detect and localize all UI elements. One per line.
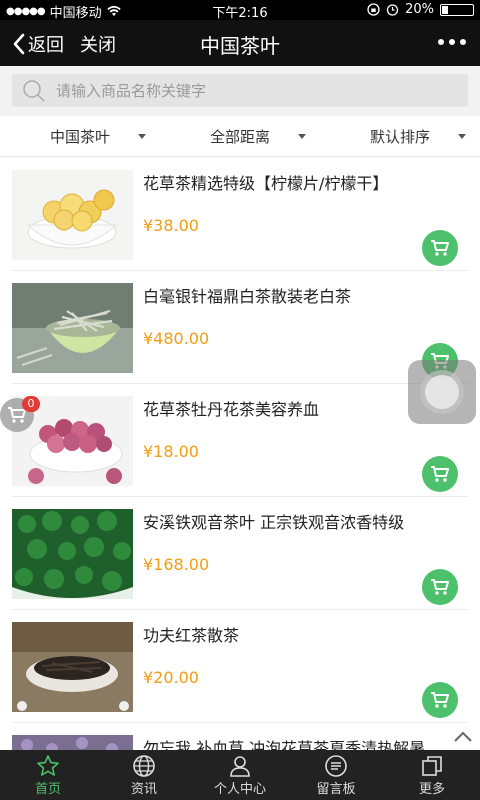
- add-to-cart-button[interactable]: [422, 230, 458, 266]
- cart-icon: [431, 466, 449, 482]
- bottom-tab-bar: 首页 资讯 个人中心 留言板 更多: [0, 750, 480, 800]
- status-right: 20%: [367, 2, 474, 17]
- battery-icon: [440, 3, 474, 16]
- more-dot: [438, 39, 444, 45]
- filter-distance-label: 全部距离: [209, 128, 270, 146]
- cart-icon: [431, 692, 449, 708]
- rotation-lock-icon: [367, 3, 380, 16]
- product-name[interactable]: 勿忘我 补血草 冲泡花草茶夏季清热解暑: [143, 735, 425, 750]
- product-item[interactable]: 安溪铁观音茶叶 正宗铁观音浓香特级 ¥168.00: [12, 497, 468, 610]
- product-name[interactable]: 花草茶牡丹花茶美容养血: [143, 396, 319, 420]
- chevron-up-icon: [454, 731, 472, 742]
- tab-messages[interactable]: 留言板: [288, 750, 384, 800]
- product-price: ¥168.00: [143, 555, 210, 574]
- search-bar: [0, 66, 480, 116]
- product-image-lemon-slices: [12, 170, 133, 260]
- assistive-touch-core: [425, 375, 459, 409]
- tab-more-label: 更多: [418, 781, 445, 797]
- status-bar: ●●●●● 中国移动 下午2:16 20%: [0, 0, 480, 21]
- product-price: ¥18.00: [143, 442, 199, 461]
- user-icon: [228, 754, 252, 778]
- add-to-cart-button[interactable]: [422, 569, 458, 605]
- globe-icon: [132, 754, 156, 778]
- tab-news-label: 资讯: [130, 781, 157, 797]
- cart-count-badge: 0: [22, 396, 40, 412]
- filter-sort[interactable]: 默认排序: [320, 117, 480, 156]
- product-item[interactable]: 功夫红茶散茶 ¥20.00: [12, 610, 468, 723]
- filter-bar: 中国茶叶 全部距离 默认排序: [0, 117, 480, 157]
- product-price: ¥38.00: [143, 216, 199, 235]
- product-name[interactable]: 白毫银针福鼎白茶散装老白茶: [143, 283, 351, 307]
- product-image-tieguanyin: [12, 509, 133, 599]
- filter-sort-label: 默认排序: [369, 128, 430, 146]
- search-input[interactable]: [56, 81, 456, 100]
- scroll-to-top-button[interactable]: [452, 728, 474, 748]
- add-to-cart-button[interactable]: [422, 682, 458, 718]
- tab-profile-label: 个人中心: [213, 781, 266, 797]
- product-name[interactable]: 安溪铁观音茶叶 正宗铁观音浓香特级: [143, 509, 404, 533]
- alarm-icon: [386, 4, 399, 16]
- product-name[interactable]: 花草茶精选特级【柠檬片/柠檬干】: [143, 170, 388, 194]
- star-icon: [36, 754, 60, 778]
- product-name[interactable]: 功夫红茶散茶: [143, 622, 239, 646]
- search-icon: [23, 79, 45, 102]
- product-image-forget-me-not: [12, 735, 133, 750]
- tab-more[interactable]: 更多: [384, 750, 480, 800]
- caret-down-icon: [458, 134, 466, 139]
- search-box[interactable]: [12, 74, 468, 107]
- product-item[interactable]: 白毫银针福鼎白茶散装老白茶 ¥480.00: [12, 271, 468, 384]
- product-image-white-tea: [12, 283, 133, 373]
- battery-percent: 20%: [405, 2, 434, 17]
- tab-home[interactable]: 首页: [0, 750, 96, 800]
- cart-icon: [431, 579, 449, 595]
- product-price: ¥480.00: [143, 329, 210, 348]
- assistive-touch-button[interactable]: [408, 360, 476, 424]
- product-item[interactable]: 花草茶牡丹花茶美容养血 ¥18.00: [12, 384, 468, 497]
- tab-home-label: 首页: [34, 781, 61, 797]
- tab-profile[interactable]: 个人中心: [192, 750, 288, 800]
- filter-distance[interactable]: 全部距离: [160, 117, 320, 156]
- tab-news[interactable]: 资讯: [96, 750, 192, 800]
- message-icon: [324, 754, 348, 778]
- caret-down-icon: [298, 134, 306, 139]
- product-price: ¥20.00: [143, 668, 199, 687]
- add-to-cart-button[interactable]: [422, 456, 458, 492]
- battery-level: [442, 5, 448, 14]
- caret-down-icon: [138, 134, 146, 139]
- filter-category[interactable]: 中国茶叶: [0, 117, 160, 156]
- tab-messages-label: 留言板: [316, 781, 356, 797]
- filter-category-label: 中国茶叶: [49, 128, 110, 146]
- more-button[interactable]: [438, 32, 466, 45]
- product-image-black-tea: [12, 622, 133, 712]
- product-list: 花草茶精选特级【柠檬片/柠檬干】 ¥38.00 白毫银针福鼎白茶散装老白茶 ¥4…: [0, 158, 480, 750]
- nav-bar: 返回 关闭 中国茶叶: [0, 20, 480, 66]
- copy-icon: [420, 754, 444, 778]
- more-dot: [460, 39, 466, 45]
- more-dot: [449, 39, 455, 45]
- product-item[interactable]: 花草茶精选特级【柠檬片/柠檬干】 ¥38.00: [12, 158, 468, 271]
- page-title: 中国茶叶: [200, 34, 280, 58]
- product-item[interactable]: 勿忘我 补血草 冲泡花草茶夏季清热解暑: [12, 723, 468, 750]
- cart-icon: [431, 240, 449, 256]
